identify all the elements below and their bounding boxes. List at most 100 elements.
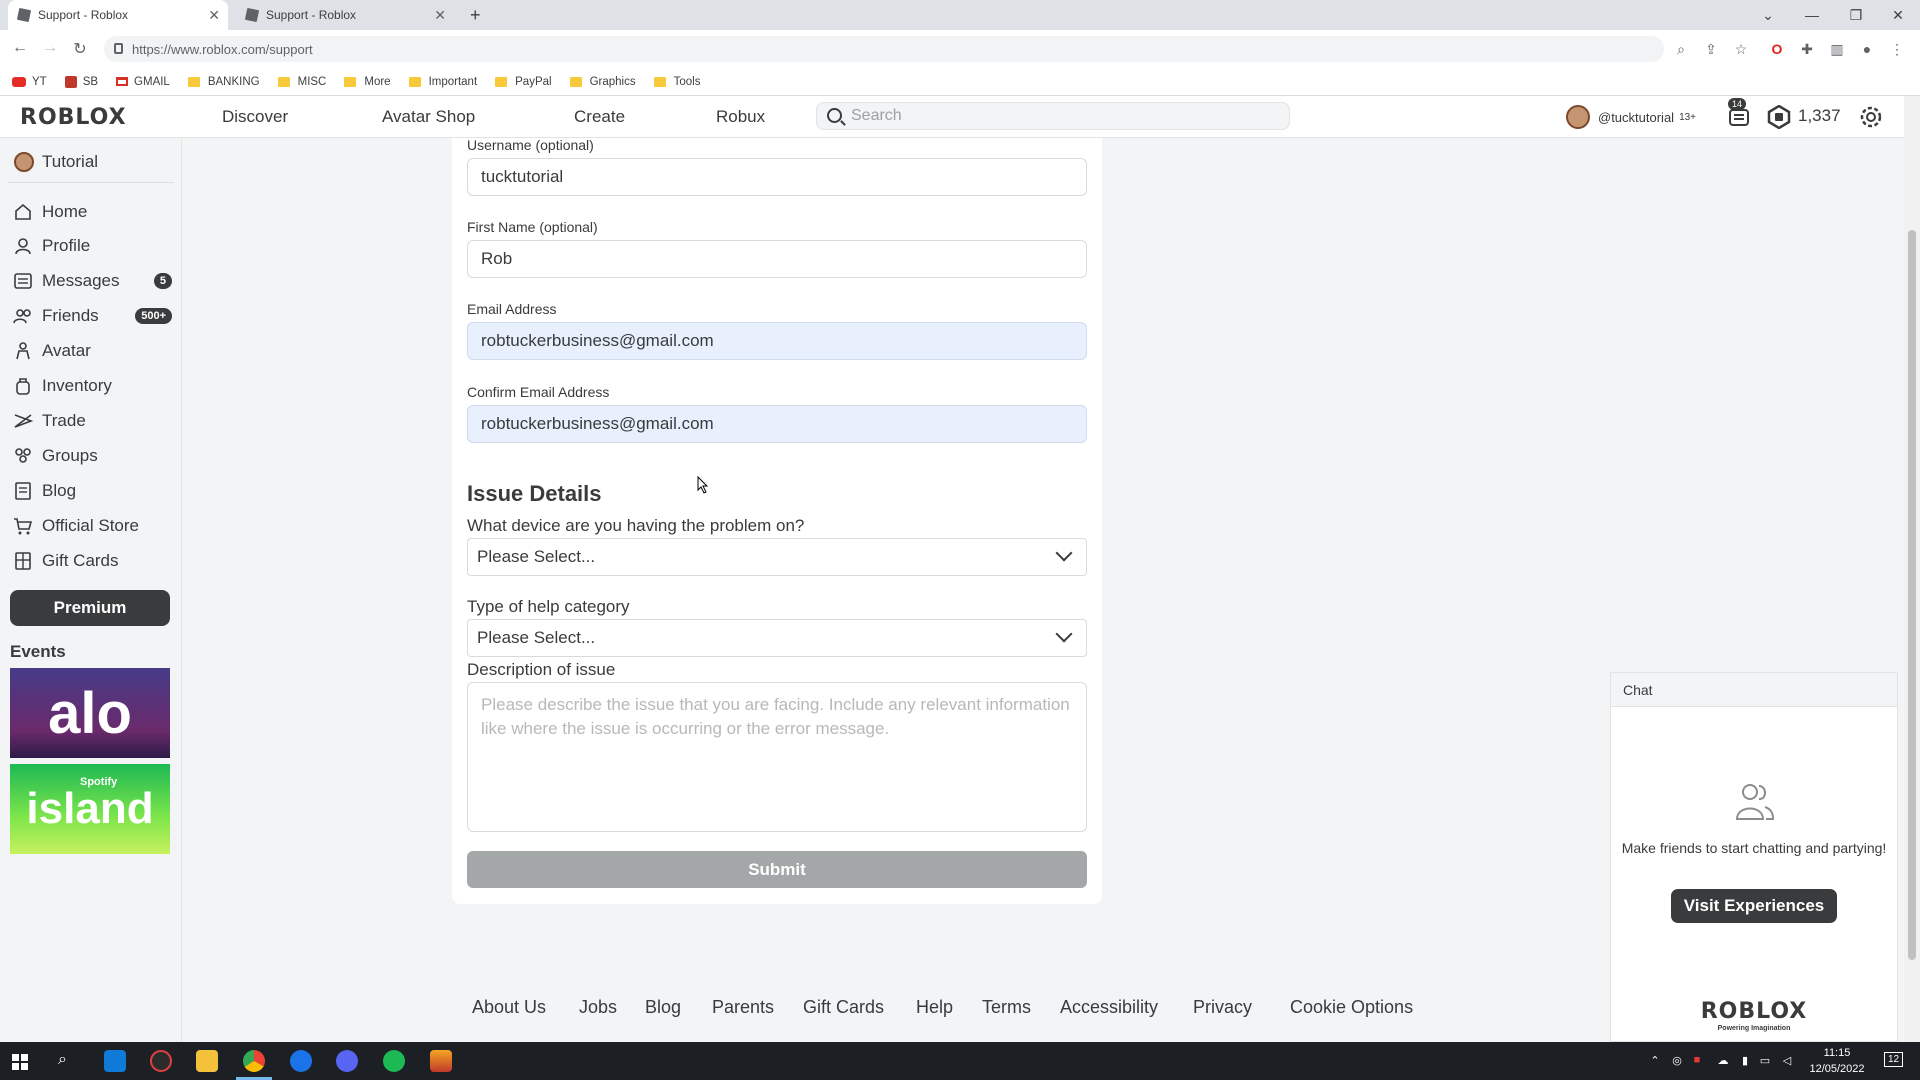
footer-parents[interactable]: Parents xyxy=(712,997,774,1018)
network-icon[interactable]: ▭ xyxy=(1758,1054,1772,1068)
submit-button[interactable]: Submit xyxy=(467,851,1087,888)
zoom-icon[interactable]: ⌕ xyxy=(1672,40,1690,58)
sidebar-item-trade[interactable]: Trade xyxy=(12,407,172,435)
nav-robux[interactable]: Robux xyxy=(716,107,765,127)
email-field[interactable]: robtuckerbusiness@gmail.com xyxy=(467,322,1087,360)
tray-chevron-up-icon[interactable]: ⌃ xyxy=(1648,1054,1662,1068)
bookmark-paypal[interactable]: PayPal xyxy=(495,76,552,88)
search-input[interactable]: Search xyxy=(816,102,1290,130)
windows-start-icon[interactable] xyxy=(12,1054,28,1070)
folder-icon xyxy=(187,76,200,87)
scrollbar-thumb[interactable] xyxy=(1908,230,1916,960)
obs-app-icon[interactable] xyxy=(150,1050,172,1072)
close-tab-icon[interactable]: ✕ xyxy=(208,7,220,24)
bookmark-more[interactable]: More xyxy=(344,76,391,88)
footer-accessibility[interactable]: Accessibility xyxy=(1060,997,1158,1018)
back-icon[interactable]: ← xyxy=(10,39,30,57)
description-textarea[interactable]: Please describe the issue that you are f… xyxy=(467,682,1087,832)
microphone-icon[interactable]: ▮ xyxy=(1738,1054,1752,1068)
password-manager-icon[interactable] xyxy=(290,1050,312,1072)
sidebar-item-blog[interactable]: Blog xyxy=(12,477,172,505)
volume-icon[interactable]: ◁ xyxy=(1780,1054,1794,1068)
new-tab-button[interactable]: + xyxy=(460,0,494,30)
extensions-puzzle-icon[interactable]: ✚ xyxy=(1798,40,1816,58)
taskbar-clock[interactable]: 11:15 12/05/2022 xyxy=(1802,1045,1872,1077)
bookmark-graphics[interactable]: Graphics xyxy=(569,76,636,88)
sidebar-item-official-store[interactable]: Official Store xyxy=(12,512,172,540)
bookmark-misc[interactable]: MISC xyxy=(277,76,326,88)
event-alo-banner[interactable]: alo xyxy=(10,668,170,758)
user-profile-link[interactable]: @tucktutorial 13+ xyxy=(1566,105,1696,129)
robux-icon[interactable] xyxy=(1766,104,1792,130)
visit-experiences-button[interactable]: Visit Experiences xyxy=(1671,889,1837,923)
sidebar-item-home[interactable]: Home xyxy=(12,198,172,226)
mail-app-icon[interactable] xyxy=(104,1050,126,1072)
footer-cookie-options[interactable]: Cookie Options xyxy=(1290,997,1413,1018)
sidebar-item-groups[interactable]: Groups xyxy=(12,442,172,470)
chat-header[interactable]: Chat xyxy=(1611,673,1897,707)
onedrive-icon[interactable]: ☁ xyxy=(1716,1054,1730,1068)
spotify-icon[interactable] xyxy=(383,1050,405,1072)
close-window-button[interactable]: ✕ xyxy=(1876,0,1920,30)
bookmark-star-icon[interactable]: ☆ xyxy=(1732,40,1750,58)
browser-tab-active[interactable]: Support - Roblox ✕ xyxy=(8,0,228,30)
forward-icon[interactable]: → xyxy=(40,39,60,57)
roblox-logo[interactable]: ROBLOX xyxy=(20,105,127,130)
notification-center-icon[interactable]: 12 xyxy=(1884,1052,1904,1067)
sidebar-item-messages[interactable]: Messages 5 xyxy=(12,267,172,295)
reload-icon[interactable]: ↻ xyxy=(70,39,90,59)
app-icon[interactable] xyxy=(430,1050,452,1072)
browser-menu-icon[interactable]: ⋮ xyxy=(1888,40,1906,58)
sidebar-item-friends[interactable]: Friends 500+ xyxy=(12,302,172,330)
bookmark-important[interactable]: Important xyxy=(408,76,477,88)
discord-icon[interactable] xyxy=(336,1050,358,1072)
sidebar-item-profile[interactable]: Profile xyxy=(12,232,172,260)
profile-avatar-icon[interactable]: ● xyxy=(1858,40,1876,58)
sidebar-item-avatar[interactable]: Avatar xyxy=(12,337,172,365)
help-category-select[interactable]: Please Select... xyxy=(467,619,1087,657)
tray-app-icon[interactable]: ◎ xyxy=(1670,1054,1684,1068)
avatar xyxy=(1566,105,1590,129)
confirm-email-field[interactable]: robtuckerbusiness@gmail.com xyxy=(467,405,1087,443)
footer-gift-cards[interactable]: Gift Cards xyxy=(803,997,884,1018)
opera-extension-icon[interactable]: O xyxy=(1768,40,1786,58)
page-scrollbar[interactable] xyxy=(1904,96,1920,1042)
sidebar-user[interactable]: Tutorial xyxy=(14,152,98,172)
nav-create[interactable]: Create xyxy=(574,107,625,127)
taskbar-search-icon[interactable]: ⌕ xyxy=(58,1051,67,1069)
first-name-field[interactable]: Rob xyxy=(467,240,1087,278)
settings-gear-icon[interactable] xyxy=(1858,104,1884,130)
footer-privacy[interactable]: Privacy xyxy=(1193,997,1252,1018)
sidebar-item-gift-cards[interactable]: Gift Cards xyxy=(12,547,172,575)
restore-button[interactable]: ❐ xyxy=(1834,0,1878,30)
chrome-icon[interactable] xyxy=(243,1050,265,1072)
premium-button[interactable]: Premium xyxy=(10,590,170,626)
event-spotify-island-banner[interactable]: Spotify island xyxy=(10,764,170,854)
footer-help[interactable]: Help xyxy=(916,997,953,1018)
tray-record-icon[interactable]: ■ xyxy=(1690,1054,1704,1068)
url-field[interactable]: https://www.roblox.com/support xyxy=(104,36,1664,62)
robux-balance[interactable]: 1,337 xyxy=(1798,106,1841,126)
nav-avatar-shop[interactable]: Avatar Shop xyxy=(382,107,475,127)
footer-blog[interactable]: Blog xyxy=(645,997,681,1018)
bookmark-yt[interactable]: YT xyxy=(12,76,47,88)
bookmark-gmail[interactable]: GMAIL xyxy=(116,76,170,88)
footer-about-us[interactable]: About Us xyxy=(472,997,546,1018)
share-icon[interactable]: ⇪ xyxy=(1702,40,1720,58)
bookmark-sb[interactable]: SB xyxy=(64,75,98,88)
side-panel-icon[interactable]: ▥ xyxy=(1828,40,1846,58)
username-field[interactable]: tucktutorial xyxy=(467,158,1087,196)
tab-search-icon[interactable]: ⌄ xyxy=(1746,0,1790,30)
gift-card-icon xyxy=(12,550,34,572)
device-select[interactable]: Please Select... xyxy=(467,538,1087,576)
bookmark-tools[interactable]: Tools xyxy=(653,76,700,88)
sidebar-item-inventory[interactable]: Inventory xyxy=(12,372,172,400)
file-explorer-icon[interactable] xyxy=(196,1050,218,1072)
minimize-button[interactable]: — xyxy=(1790,0,1834,30)
footer-jobs[interactable]: Jobs xyxy=(579,997,617,1018)
close-tab-icon[interactable]: ✕ xyxy=(434,7,446,24)
footer-terms[interactable]: Terms xyxy=(982,997,1031,1018)
nav-discover[interactable]: Discover xyxy=(222,107,288,127)
bookmark-banking[interactable]: BANKING xyxy=(187,76,260,88)
browser-tab[interactable]: Support - Roblox ✕ xyxy=(236,0,454,30)
